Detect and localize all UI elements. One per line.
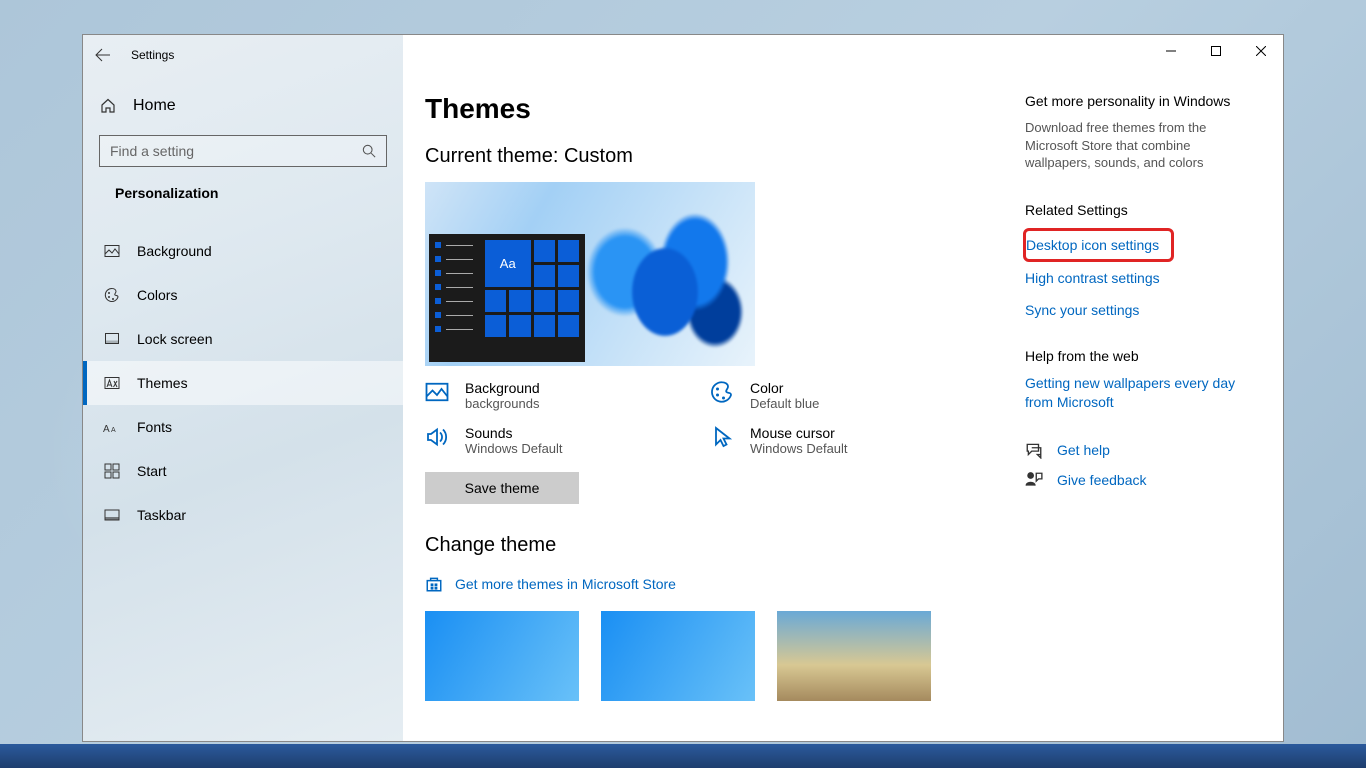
part-label: Background — [465, 380, 540, 396]
theme-thumbnail-1[interactable] — [425, 611, 579, 701]
sidebar-item-start[interactable]: Start — [83, 449, 403, 493]
save-theme-button[interactable]: Save theme — [425, 472, 579, 504]
settings-window: Settings Home — [82, 34, 1284, 742]
sidebar-item-themes[interactable]: Themes — [83, 361, 403, 405]
store-link[interactable]: Get more themes in Microsoft Store — [425, 575, 975, 593]
link-sync-your-settings[interactable]: Sync your settings — [1025, 302, 1257, 318]
promo-heading: Get more personality in Windows — [1025, 93, 1257, 109]
help-heading: Help from the web — [1025, 348, 1257, 364]
lockscreen-icon — [103, 331, 121, 347]
sidebar-item-taskbar[interactable]: Taskbar — [83, 493, 403, 537]
sidebar-nav: Background Colors Lock screen Themes AA … — [83, 229, 403, 537]
close-button[interactable] — [1238, 36, 1283, 66]
part-label: Mouse cursor — [750, 425, 848, 441]
change-theme-heading: Change theme — [425, 534, 975, 557]
titlebar: Settings — [83, 35, 1283, 67]
part-label: Color — [750, 380, 819, 396]
home-icon — [99, 98, 117, 114]
sidebar-item-label: Taskbar — [137, 507, 186, 523]
sidebar-item-label: Lock screen — [137, 331, 212, 347]
sidebar-home[interactable]: Home — [99, 87, 387, 125]
picture-icon — [103, 243, 121, 259]
page-title: Themes — [425, 93, 975, 125]
link-wallpapers-help[interactable]: Getting new wallpapers every day from Mi… — [1025, 374, 1257, 412]
store-icon — [425, 575, 443, 593]
give-feedback-link[interactable]: Give feedback — [1025, 471, 1257, 489]
maximize-icon — [1211, 46, 1221, 56]
right-column: Get more personality in Windows Download… — [1015, 75, 1283, 741]
back-button[interactable] — [83, 35, 123, 75]
search-box[interactable] — [99, 135, 387, 167]
start-icon — [103, 463, 121, 479]
minimize-button[interactable] — [1148, 36, 1193, 66]
related-heading: Related Settings — [1025, 202, 1257, 218]
sidebar-item-label: Background — [137, 243, 212, 259]
sidebar-item-label: Colors — [137, 287, 177, 303]
get-help-link[interactable]: Get help — [1025, 441, 1257, 459]
theme-part-sounds[interactable]: Sounds Windows Default — [425, 425, 680, 456]
part-value: Windows Default — [465, 441, 563, 456]
sidebar-item-colors[interactable]: Colors — [83, 273, 403, 317]
part-value: Windows Default — [750, 441, 848, 456]
theme-part-background[interactable]: Background backgrounds — [425, 380, 680, 411]
store-link-text: Get more themes in Microsoft Store — [455, 576, 676, 592]
theme-preview: Aa — [425, 182, 755, 366]
link-desktop-icon-settings[interactable]: Desktop icon settings — [1023, 228, 1174, 262]
part-value: backgrounds — [465, 396, 540, 411]
search-input[interactable] — [110, 143, 362, 159]
maximize-button[interactable] — [1193, 36, 1238, 66]
theme-thumbnail-3[interactable] — [777, 611, 931, 701]
svg-text:A: A — [103, 424, 110, 434]
part-value: Default blue — [750, 396, 819, 411]
sidebar: Home Personalization Background Colors — [83, 35, 403, 741]
theme-thumbnail-2[interactable] — [601, 611, 755, 701]
windows-taskbar[interactable] — [0, 744, 1366, 768]
theme-part-cursor[interactable]: Mouse cursor Windows Default — [710, 425, 965, 456]
close-icon — [1256, 46, 1266, 56]
taskbar-icon — [103, 507, 121, 523]
fonts-icon: AA — [103, 420, 121, 434]
preview-aa-tile: Aa — [485, 240, 531, 287]
give-feedback-text: Give feedback — [1057, 472, 1147, 488]
sidebar-item-background[interactable]: Background — [83, 229, 403, 273]
speaker-icon — [425, 425, 451, 449]
home-label: Home — [133, 97, 176, 115]
promo-body: Download free themes from the Microsoft … — [1025, 119, 1257, 172]
category-label: Personalization — [99, 167, 387, 211]
svg-text:A: A — [111, 427, 116, 434]
part-label: Sounds — [465, 425, 563, 441]
search-icon — [362, 144, 376, 158]
sidebar-item-label: Start — [137, 463, 167, 479]
link-high-contrast-settings[interactable]: High contrast settings — [1025, 270, 1257, 286]
themes-icon — [103, 375, 121, 391]
sidebar-item-lockscreen[interactable]: Lock screen — [83, 317, 403, 361]
palette-icon — [103, 287, 121, 303]
sidebar-item-fonts[interactable]: AA Fonts — [83, 405, 403, 449]
picture-icon — [425, 380, 451, 404]
cursor-icon — [710, 425, 736, 449]
feedback-icon — [1025, 471, 1043, 489]
theme-part-color[interactable]: Color Default blue — [710, 380, 965, 411]
sidebar-item-label: Themes — [137, 375, 188, 391]
current-theme-heading: Current theme: Custom — [425, 145, 975, 168]
app-title: Settings — [131, 48, 174, 62]
content-area: Themes Current theme: Custom — [403, 35, 1283, 741]
palette-icon — [710, 380, 736, 404]
get-help-text: Get help — [1057, 442, 1110, 458]
minimize-icon — [1166, 46, 1176, 56]
sidebar-item-label: Fonts — [137, 419, 172, 435]
chat-icon — [1025, 441, 1043, 459]
arrow-left-icon — [95, 47, 111, 63]
start-menu-mock: Aa — [429, 234, 585, 362]
